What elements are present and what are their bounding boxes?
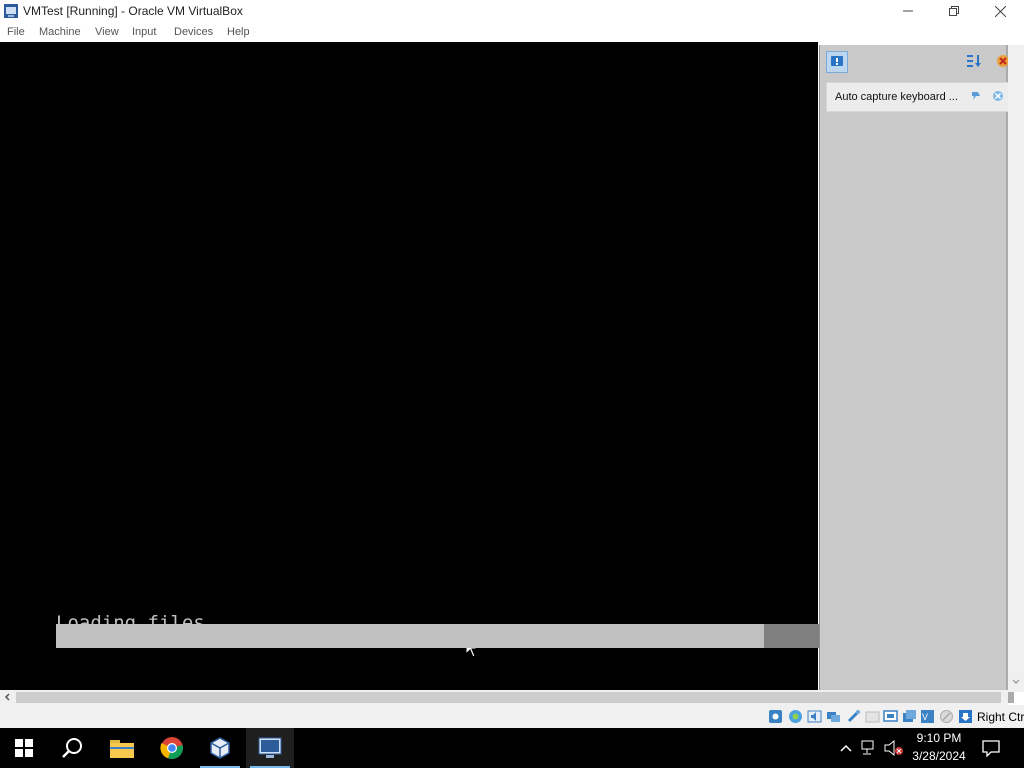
minimize-button[interactable]: [885, 0, 931, 22]
file-explorer-icon: [110, 740, 134, 758]
virtualbox-manager-button[interactable]: [196, 728, 244, 768]
close-button[interactable]: [977, 0, 1023, 22]
window-title: VMTest [Running] - Oracle VM VirtualBox: [23, 4, 243, 18]
sort-icon: [967, 55, 981, 67]
search-icon: [62, 738, 82, 758]
audio-icon[interactable]: [807, 709, 822, 724]
chrome-icon: [160, 737, 183, 760]
network-icon: [861, 740, 874, 755]
scroll-down-icon[interactable]: [1011, 677, 1021, 687]
network-tray-button[interactable]: [860, 738, 880, 758]
menu-machine[interactable]: Machine: [39, 26, 81, 38]
menu-input[interactable]: Input: [132, 26, 156, 38]
menu-devices[interactable]: Devices: [174, 26, 213, 38]
status-bar: V Right Ctrl: [0, 705, 1024, 728]
show-hidden-icons-button[interactable]: [836, 738, 856, 758]
title-bar: VMTest [Running] - Oracle VM VirtualBox: [0, 0, 1024, 23]
file-explorer-button[interactable]: [98, 728, 146, 768]
virtualbox-app-icon[interactable]: [3, 3, 19, 19]
virtualbox-manager-icon: [210, 737, 230, 759]
svg-text:V: V: [922, 712, 928, 722]
show-hidden-icons-icon: [840, 744, 852, 752]
restore-icon: [949, 6, 959, 16]
close-notification-button[interactable]: [991, 89, 1005, 103]
chrome-button[interactable]: [148, 728, 196, 768]
menu-help[interactable]: Help: [227, 26, 250, 38]
clock-date[interactable]: 3/28/2024: [906, 749, 972, 763]
menu-bar: File Machine View Input Devices Help: [0, 23, 1024, 42]
horizontal-scrollbar[interactable]: [0, 690, 1008, 705]
restore-button[interactable]: [931, 0, 977, 22]
close-icon: [993, 91, 1003, 101]
notification-card[interactable]: Auto capture keyboard ...: [826, 82, 1014, 112]
notification-center-button[interactable]: [826, 51, 848, 73]
menu-view[interactable]: View: [95, 26, 119, 38]
pin-icon: [972, 92, 980, 100]
vt-x-icon[interactable]: V: [920, 709, 935, 724]
volume-tray-button[interactable]: [884, 738, 904, 758]
taskbar: 9:10 PM 3/28/2024: [0, 728, 1024, 768]
usb-icon[interactable]: [846, 709, 861, 724]
notification-center-body: [820, 45, 1006, 690]
mouse-integration-icon[interactable]: [939, 709, 954, 724]
pin-notification-button[interactable]: [969, 89, 983, 103]
keyboard-icon[interactable]: [958, 709, 973, 724]
menu-file[interactable]: File: [7, 26, 25, 38]
action-center-button[interactable]: [981, 738, 1001, 758]
volume-muted-icon: [884, 740, 903, 756]
virtualbox-vm-button[interactable]: [246, 728, 294, 768]
hard-disk-icon[interactable]: [768, 709, 783, 724]
notification-center: Auto capture keyboard ...: [819, 45, 1014, 703]
display-icon[interactable]: [883, 709, 898, 724]
scroll-left-icon[interactable]: [3, 692, 13, 702]
notification-message: Auto capture keyboard ...: [835, 91, 958, 103]
start-button[interactable]: [0, 728, 48, 768]
vm-display[interactable]: Loading files...: [0, 42, 818, 690]
notification-center-icon: [831, 56, 843, 66]
shared-folders-icon[interactable]: [865, 709, 880, 724]
minimize-icon: [903, 10, 913, 12]
close-icon: [994, 5, 1006, 17]
virtualbox-vm-icon: [258, 737, 282, 758]
network-icon[interactable]: [826, 709, 841, 724]
vertical-scrollbar[interactable]: [1008, 45, 1024, 692]
progress-fill: [56, 624, 764, 648]
sort-button[interactable]: [964, 51, 984, 71]
recording-icon[interactable]: [902, 709, 917, 724]
windows-start-icon: [15, 739, 33, 757]
action-center-icon: [982, 740, 1000, 757]
host-key-label[interactable]: Right Ctrl: [977, 710, 1024, 724]
horizontal-scroll-thumb[interactable]: [16, 692, 1001, 703]
search-button[interactable]: [48, 728, 96, 768]
optical-drive-icon[interactable]: [788, 709, 803, 724]
clock-time[interactable]: 9:10 PM: [912, 731, 966, 745]
